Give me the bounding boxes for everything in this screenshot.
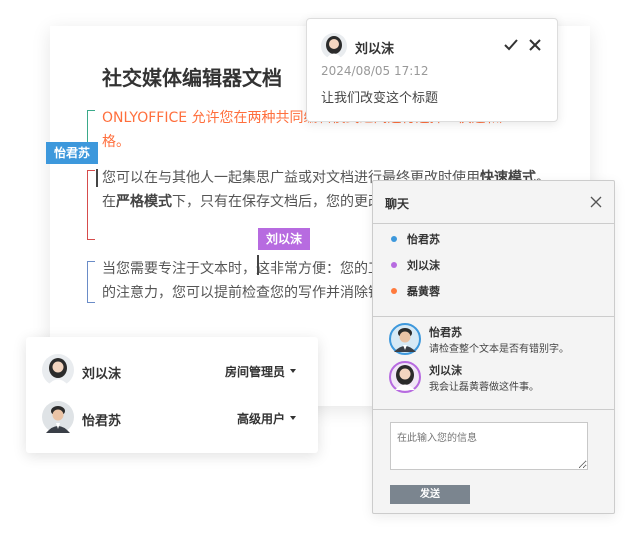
text-cursor-user-1 xyxy=(96,169,98,187)
user-row: 刘以沫 房间管理员 xyxy=(42,354,304,390)
access-rights-panel: 刘以沫 房间管理员 怡君苏 高级用户 xyxy=(26,337,318,453)
chat-user[interactable]: 刘以沫 xyxy=(391,257,440,273)
user-status-dot xyxy=(391,262,397,268)
user-status-dot xyxy=(391,288,397,294)
user-name: 刘以沫 xyxy=(82,367,122,382)
message-text: 我会让磊黄蓉做这件事。 xyxy=(429,382,539,393)
user-row: 怡君苏 高级用户 xyxy=(42,401,304,437)
close-icon[interactable] xyxy=(589,195,603,209)
check-icon[interactable] xyxy=(503,37,519,53)
male-avatar-icon xyxy=(42,401,74,433)
chat-header: 聊天 xyxy=(373,181,614,224)
paragraph-bracket-blue xyxy=(87,261,95,303)
chat-messages: 怡君苏 请检查整个文本是否有错别字。 刘以沫 我会让磊黄蓉做这件事。 xyxy=(373,317,614,410)
strict-mode-text: 严格模式 xyxy=(116,194,172,210)
female-avatar-icon xyxy=(321,33,347,59)
role-dropdown[interactable]: 高级用户 xyxy=(237,410,296,427)
female-avatar-icon xyxy=(42,354,74,386)
chat-message-input[interactable] xyxy=(390,422,588,470)
chat-user-list: 怡君苏 刘以沫 磊黄蓉 xyxy=(373,224,614,317)
role-label: 房间管理员 xyxy=(224,365,285,379)
male-avatar-icon xyxy=(389,323,421,355)
chat-user[interactable]: 磊黄蓉 xyxy=(391,283,440,299)
user-status-dot xyxy=(391,236,397,242)
comment-date: 2024/08/05 17:12 xyxy=(321,64,429,78)
document-title[interactable]: 社交媒体编辑器文档 xyxy=(102,62,282,91)
paragraph-bracket-red xyxy=(87,170,95,240)
role-label: 高级用户 xyxy=(236,412,285,426)
chat-panel: 聊天 怡君苏 刘以沫 磊黄蓉 怡君苏 请检查整个文本是否有错别字。 刘以沫 我会… xyxy=(372,180,615,514)
text-cursor-user-2 xyxy=(257,255,259,275)
chat-title: 聊天 xyxy=(385,197,410,211)
send-button[interactable]: 发送 xyxy=(390,485,470,504)
comment-popup: 刘以沫 2024/08/05 17:12 让我们改变这个标题 xyxy=(306,18,558,122)
message-author: 怡君苏 xyxy=(429,326,462,339)
message-text: 请检查整个文本是否有错别字。 xyxy=(429,344,569,355)
cursor-tag-user-2: 刘以沫 xyxy=(258,228,311,250)
user-name: 怡君苏 xyxy=(82,414,122,429)
female-avatar-icon xyxy=(389,361,421,393)
chevron-down-icon xyxy=(290,415,296,420)
chat-user-name: 磊黄蓉 xyxy=(407,285,440,298)
role-dropdown[interactable]: 房间管理员 xyxy=(225,363,296,380)
message-author: 刘以沫 xyxy=(429,364,462,377)
comment-author: 刘以沫 xyxy=(355,42,395,57)
comment-text: 让我们改变这个标题 xyxy=(321,91,439,106)
chat-user-name: 怡君苏 xyxy=(407,233,440,246)
chat-user[interactable]: 怡君苏 xyxy=(391,231,440,247)
chevron-down-icon xyxy=(290,368,296,373)
chat-user-name: 刘以沫 xyxy=(407,259,440,272)
cursor-tag-user-1: 怡君苏 xyxy=(46,142,99,164)
close-icon[interactable] xyxy=(527,37,543,53)
